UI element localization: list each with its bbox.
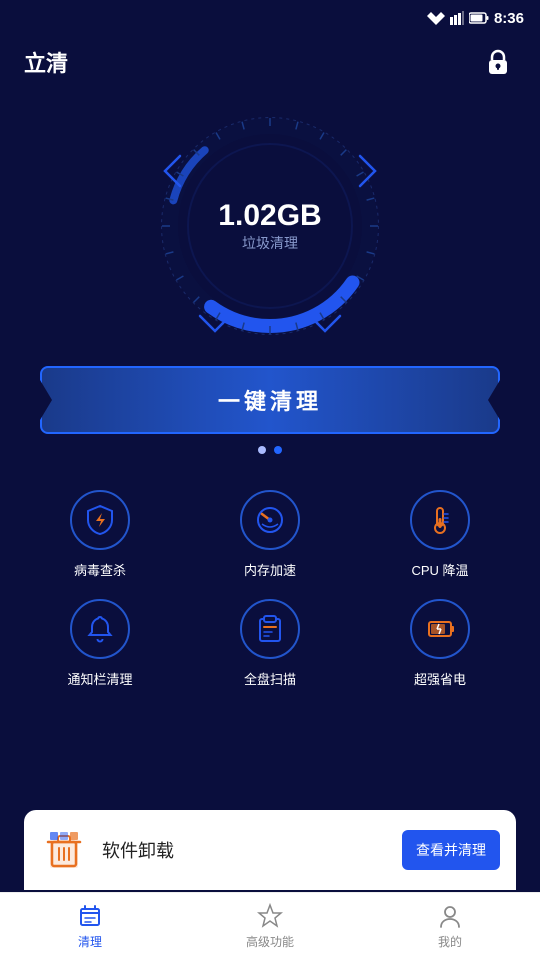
nav-clean-icon <box>77 903 103 929</box>
dot-2 <box>274 446 282 454</box>
btn-section: 一键清理 <box>0 366 540 470</box>
feature-cpu[interactable]: CPU 降温 <box>360 490 520 579</box>
memory-icon-wrap <box>240 490 300 550</box>
thermometer-icon <box>424 504 456 536</box>
nav-mine-label: 我的 <box>438 933 462 950</box>
feature-memory[interactable]: 内存加速 <box>190 490 350 579</box>
shield-bolt-icon <box>84 504 116 536</box>
nav-mine[interactable]: 我的 <box>360 895 540 958</box>
lock-icon <box>485 48 511 76</box>
signal-icon <box>450 11 464 25</box>
nav-advanced-icon <box>257 903 283 929</box>
virus-icon-wrap <box>70 490 130 550</box>
feature-label-virus: 病毒查杀 <box>74 560 126 579</box>
feature-label-scan: 全盘扫描 <box>244 669 296 688</box>
bottom-nav: 清理 高级功能 我的 <box>0 892 540 960</box>
features-section: 病毒查杀 内存加速 <box>0 470 540 698</box>
app-title: 立清 <box>24 46 68 78</box>
cpu-icon-wrap <box>410 490 470 550</box>
status-bar: 8:36 <box>0 0 540 36</box>
clipboard-icon <box>254 613 286 645</box>
speedometer-icon <box>254 504 286 536</box>
circle-value: 1.02GB <box>218 199 321 233</box>
feature-battery[interactable]: 超强省电 <box>360 599 520 688</box>
dot-1 <box>258 446 266 454</box>
feature-notify[interactable]: 通知栏清理 <box>20 599 180 688</box>
nav-advanced-label: 高级功能 <box>246 933 294 950</box>
view-clean-button[interactable]: 查看并清理 <box>402 830 500 870</box>
circle-section: 1.02GB 垃圾清理 <box>0 96 540 366</box>
status-icons: 8:36 <box>427 10 524 27</box>
nav-mine-icon <box>437 903 463 929</box>
nav-advanced[interactable]: 高级功能 <box>180 895 360 958</box>
feature-label-memory: 内存加速 <box>244 560 296 579</box>
bell-icon <box>84 613 116 645</box>
circle-center: 1.02GB 垃圾清理 <box>218 199 321 253</box>
notify-icon-wrap <box>70 599 130 659</box>
trash-icon <box>42 828 86 872</box>
feature-label-notify: 通知栏清理 <box>67 669 132 688</box>
feature-label-battery: 超强省电 <box>414 669 466 688</box>
feature-label-cpu: CPU 降温 <box>411 560 468 579</box>
clean-button[interactable]: 一键清理 <box>40 366 500 434</box>
status-time: 8:36 <box>494 10 524 27</box>
battery-status-icon <box>469 12 489 24</box>
uninstall-title: 软件卸载 <box>102 837 388 863</box>
page-dots <box>258 446 282 454</box>
feature-scan[interactable]: 全盘扫描 <box>190 599 350 688</box>
circle-container: 1.02GB 垃圾清理 <box>150 106 390 346</box>
feature-virus[interactable]: 病毒查杀 <box>20 490 180 579</box>
features-grid: 病毒查杀 内存加速 <box>20 490 520 688</box>
uninstall-icon <box>40 826 88 874</box>
wifi-icon <box>427 11 445 25</box>
header: 立清 <box>0 36 540 96</box>
scan-icon-wrap <box>240 599 300 659</box>
lock-button[interactable] <box>480 44 516 80</box>
circle-label: 垃圾清理 <box>242 235 298 251</box>
battery-icon-wrap <box>410 599 470 659</box>
nav-clean-label: 清理 <box>78 933 102 950</box>
nav-clean[interactable]: 清理 <box>0 895 180 958</box>
battery-icon <box>424 613 456 645</box>
bottom-card: 软件卸载 查看并清理 <box>24 810 516 890</box>
